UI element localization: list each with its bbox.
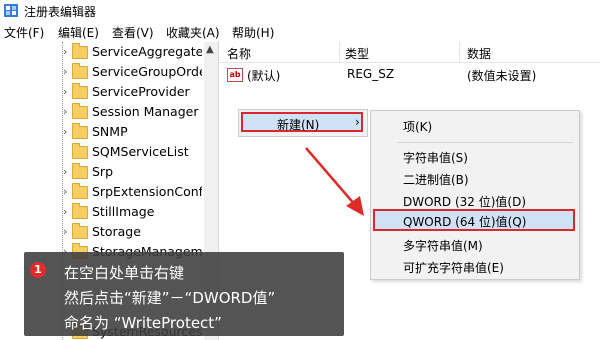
submenu-item-multi-string[interactable]: 多字符串值(M) — [373, 233, 575, 255]
tree-item-label: SNMP — [92, 124, 128, 139]
instruction-line-2: 然后点击“新建”－“DWORD值” — [64, 289, 276, 307]
context-menu: 新建(N) › — [238, 109, 368, 137]
tree-item-serviceprovider[interactable]: › ServiceProvider — [0, 82, 204, 102]
tree-item-label: Storage — [92, 224, 141, 239]
expand-chevron-icon[interactable]: › — [63, 225, 67, 238]
window-title: 注册表编辑器 — [24, 5, 97, 19]
tree-item-label: SQMServiceList — [92, 144, 189, 159]
scroll-up-arrow-icon[interactable]: ▲ — [206, 44, 214, 55]
submenu-item-label: 多字符串值(M) — [403, 239, 483, 253]
menu-view[interactable]: 查看(V) — [112, 24, 154, 41]
menu-separator — [397, 142, 573, 143]
tree-item-sqmservicelist[interactable]: SQMServiceList — [0, 142, 204, 162]
tree-item-label: Srp — [92, 164, 114, 179]
tree-item-stillimage[interactable]: › StillImage — [0, 202, 204, 222]
submenu-item-expandable-string[interactable]: 可扩充字符串值(E) — [373, 255, 575, 277]
value-name: (默认) — [247, 69, 281, 83]
title-bar: 注册表编辑器 — [0, 0, 600, 22]
menu-help[interactable]: 帮助(H) — [232, 24, 274, 41]
submenu-item-dword[interactable]: DWORD (32 位)值(D) — [373, 189, 575, 211]
expand-chevron-icon[interactable]: › — [63, 65, 67, 78]
folder-icon — [72, 63, 88, 79]
table-row[interactable]: ab (默认) REG_SZ (数值未设置) — [219, 64, 600, 84]
red-arrow-icon — [305, 147, 364, 216]
submenu-item-label: DWORD (32 位)值(D) — [403, 195, 526, 209]
submenu-item-binary[interactable]: 二进制值(B) — [373, 167, 575, 189]
expand-chevron-icon[interactable]: › — [63, 105, 67, 118]
expand-chevron-icon[interactable]: › — [63, 205, 67, 218]
new-submenu: 项(K) 字符串值(S) 二进制值(B) DWORD (32 位)值(D) QW… — [370, 110, 580, 280]
menu-favorites[interactable]: 收藏夹(A) — [166, 24, 220, 41]
menu-edit[interactable]: 编辑(E) — [58, 24, 99, 41]
regedit-app-icon — [4, 4, 18, 17]
value-data: (数值未设置) — [467, 69, 537, 83]
submenu-item-label: 项(K) — [403, 120, 433, 134]
submenu-item-qword[interactable]: QWORD (64 位)值(Q) — [373, 209, 575, 231]
expand-chevron-icon[interactable]: › — [63, 85, 67, 98]
submenu-item-label: 字符串值(S) — [403, 151, 468, 165]
tree-item-srp[interactable]: › Srp — [0, 162, 204, 182]
folder-icon — [72, 123, 88, 139]
folder-icon — [72, 223, 88, 239]
column-header-name[interactable]: 名称 — [227, 45, 251, 62]
submenu-item-label: QWORD (64 位)值(Q) — [403, 215, 527, 229]
tree-item-label: StillImage — [92, 204, 155, 219]
folder-icon — [72, 43, 88, 59]
tree-item-label: Session Manager — [92, 104, 199, 119]
tree-item-label: ServiceProvider — [92, 84, 190, 99]
step-number-badge: 1 — [30, 262, 46, 278]
folder-icon — [72, 83, 88, 99]
tree-item-snmp[interactable]: › SNMP — [0, 122, 204, 142]
folder-icon — [72, 203, 88, 219]
tree-item-servicegrouporder[interactable]: › ServiceGroupOrde — [0, 62, 204, 82]
menu-item-new[interactable]: 新建(N) › — [241, 112, 363, 132]
folder-icon — [72, 143, 88, 159]
submenu-item-label: 二进制值(B) — [403, 173, 469, 187]
folder-icon — [72, 103, 88, 119]
column-divider[interactable] — [459, 42, 460, 62]
tree-item-serviceaggregate[interactable]: › ServiceAggregate — [0, 42, 204, 62]
menu-item-new-label: 新建(N) — [277, 118, 320, 132]
tree-item-label: SrpExtensionConfi — [92, 184, 202, 199]
tree-item-session-manager[interactable]: › Session Manager — [0, 102, 204, 122]
menu-bar: 文件(F) 编辑(E) 查看(V) 收藏夹(A) 帮助(H) — [0, 22, 600, 42]
menu-file[interactable]: 文件(F) — [4, 24, 44, 41]
expand-chevron-icon[interactable]: › — [63, 45, 67, 58]
tree-item-storage[interactable]: › Storage — [0, 222, 204, 242]
submenu-arrow-icon: › — [355, 115, 360, 129]
expand-chevron-icon[interactable]: › — [63, 165, 67, 178]
submenu-item-key[interactable]: 项(K) — [373, 114, 575, 136]
column-header-type[interactable]: 类型 — [345, 45, 369, 62]
folder-icon — [72, 163, 88, 179]
value-type: REG_SZ — [347, 67, 395, 81]
column-divider[interactable] — [339, 42, 340, 62]
tree-item-srpextensionconfig[interactable]: › SrpExtensionConfi — [0, 182, 204, 202]
string-value-icon: ab — [227, 68, 243, 82]
instruction-line-3: 命名为 “WriteProtect” — [64, 314, 222, 332]
folder-icon — [72, 183, 88, 199]
column-header-data[interactable]: 数据 — [467, 45, 491, 62]
instruction-line-1: 在空白处单击右键 — [64, 264, 185, 282]
submenu-item-label: 可扩充字符串值(E) — [403, 261, 504, 275]
tree-item-label: ServiceGroupOrde — [92, 64, 202, 79]
tree-item-label: ServiceAggregate — [92, 44, 202, 59]
list-header: 名称 类型 数据 — [219, 42, 600, 63]
expand-chevron-icon[interactable]: › — [63, 185, 67, 198]
submenu-item-string[interactable]: 字符串值(S) — [373, 145, 575, 167]
expand-chevron-icon[interactable]: › — [63, 125, 67, 138]
